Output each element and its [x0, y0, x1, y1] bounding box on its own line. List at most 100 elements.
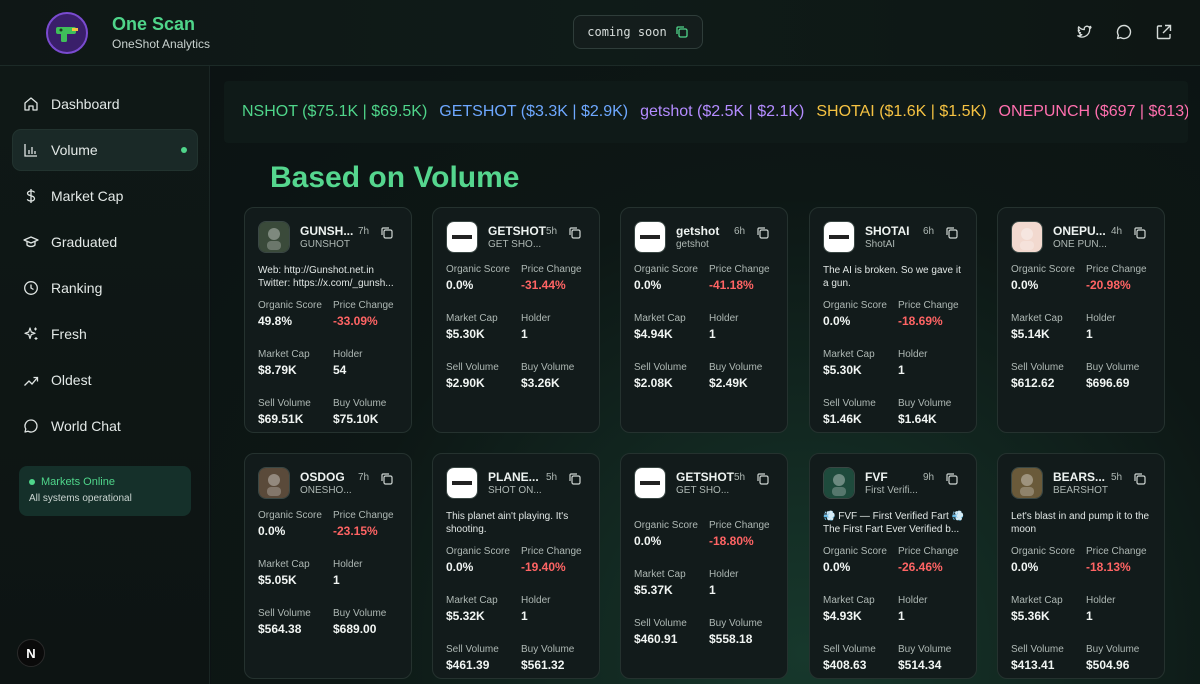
token-card[interactable]: FVF First Verifi... 9h 💨 FVF — First Verifi… [809, 453, 977, 679]
sidebar-item-market-cap[interactable]: Market Cap [13, 176, 197, 216]
ticker-item[interactable]: GETSHOT ($3.3K | $2.9K) [439, 103, 628, 121]
token-card[interactable]: GUNSH... GUNSHOT 7h Web: http://Gunshot.net… [244, 207, 412, 433]
copy-icon[interactable] [380, 226, 394, 240]
main-content: NSHOT ($75.1K | $69.5K) GETSHOT ($3.3K | … [211, 66, 1200, 684]
stat-label: Organic Score [634, 264, 698, 275]
stat-mcap: Market Cap $5.14K [1011, 313, 1063, 341]
coming-soon-button[interactable]: coming soon [573, 15, 703, 49]
app-header: One Scan OneShot Analytics coming soon [0, 0, 1200, 66]
stat-value: -33.09% [333, 314, 378, 328]
stat-holder: Holder 54 [333, 349, 362, 377]
stat-organic: Organic Score 0.0% [1011, 546, 1075, 574]
copy-icon[interactable] [945, 226, 959, 240]
sidebar-item-volume[interactable]: Volume [13, 130, 197, 170]
sidebar-item-fresh[interactable]: Fresh [13, 314, 197, 354]
trend-icon [24, 376, 39, 386]
sidebar-item-dashboard[interactable]: Dashboard [13, 84, 197, 124]
token-card[interactable]: getshot getshot 6h Organic Score 0.0% Price C… [620, 207, 788, 433]
copy-icon[interactable] [568, 226, 582, 240]
token-symbol: GUNSHOT [300, 239, 350, 250]
token-logo-icon [259, 222, 289, 252]
token-card[interactable]: ONEPU... ONE PUN... 4h Organic Score 0.0% Pri… [997, 207, 1165, 433]
stat-label: Market Cap [634, 569, 686, 580]
stat-label: Sell Volume [446, 644, 499, 655]
stat-label: Market Cap [1011, 595, 1063, 606]
stat-value: -18.69% [898, 314, 943, 328]
stat-mcap: Market Cap $5.37K [634, 569, 686, 597]
dollar-icon [26, 189, 36, 203]
stat-sell: Sell Volume $408.63 [823, 644, 876, 672]
stat-value: $69.51K [258, 412, 304, 426]
ticker-item[interactable]: SHOTAI ($1.6K | $1.5K) [816, 103, 986, 121]
stat-label: Sell Volume [258, 608, 311, 619]
copy-icon[interactable] [380, 472, 394, 486]
clock-icon [24, 281, 38, 295]
stat-label: Sell Volume [1011, 644, 1064, 655]
stat-mcap: Market Cap $5.05K [258, 559, 310, 587]
app-logo[interactable] [46, 12, 88, 54]
token-card[interactable]: OSDOG ONESHO... 7h Organic Score 0.0% Price C… [244, 453, 412, 679]
ticker-item[interactable]: ONEPUNCH ($697 | $613) [999, 103, 1188, 121]
stat-organic: Organic Score 0.0% [634, 264, 698, 292]
sidebar-item-world-chat[interactable]: World Chat [13, 406, 197, 446]
stat-label: Sell Volume [446, 362, 499, 373]
token-symbol: GET SHO... [676, 485, 730, 496]
stat-label: Holder [898, 595, 928, 606]
copy-icon[interactable] [1133, 226, 1147, 240]
stat-mcap: Market Cap $5.36K [1011, 595, 1063, 623]
stat-buy: Buy Volume $514.34 [898, 644, 951, 672]
stat-value: $75.10K [333, 412, 379, 426]
stat-label: Market Cap [823, 349, 875, 360]
stat-holder: Holder 1 [521, 313, 550, 341]
stat-holder: Holder 1 [521, 595, 550, 623]
ticker-item[interactable]: NSHOT ($75.1K | $69.5K) [242, 103, 427, 121]
stat-label: Price Change [1086, 264, 1147, 275]
token-avatar [823, 467, 855, 499]
token-name: GETSHOT [676, 470, 734, 484]
copy-icon[interactable] [568, 472, 582, 486]
token-card[interactable]: GETSHOT GET SHO... 5h Organic Score 0.0% Pric… [620, 453, 788, 679]
token-age: 5h [546, 226, 558, 237]
stat-value: 1 [521, 609, 528, 623]
external-link-icon[interactable] [1155, 23, 1173, 41]
next-badge-button[interactable]: N [17, 639, 45, 667]
token-description: 💨 FVF — First Verified Fart 💨 The First F… [823, 510, 968, 536]
stat-buy: Buy Volume $2.49K [709, 362, 762, 390]
sidebar-item-graduated[interactable]: Graduated [13, 222, 197, 262]
stat-mcap: Market Cap $5.30K [823, 349, 875, 377]
gun-logo-icon [56, 27, 78, 42]
token-name: SHOTAI [865, 224, 910, 238]
sidebar-item-oldest[interactable]: Oldest [13, 360, 197, 400]
stat-value: 0.0% [258, 524, 286, 538]
token-age: 6h [734, 226, 746, 237]
twitter-icon[interactable] [1075, 23, 1093, 41]
stat-value: -18.13% [1086, 560, 1131, 574]
stat-value: -19.40% [521, 560, 566, 574]
token-avatar [634, 221, 666, 253]
stat-value: 1 [898, 363, 905, 377]
copy-icon[interactable] [756, 226, 770, 240]
token-card[interactable]: GETSHOT GET SHO... 5h Organic Score 0.0% Pric… [432, 207, 600, 433]
stat-label: Buy Volume [333, 398, 387, 409]
stat-label: Price Change [333, 510, 394, 521]
stat-buy: Buy Volume $75.10K [333, 398, 386, 426]
stat-label: Market Cap [446, 313, 498, 324]
copy-icon[interactable] [945, 472, 959, 486]
sidebar-item-ranking[interactable]: Ranking [13, 268, 197, 308]
stat-label: Sell Volume [258, 398, 311, 409]
chat-bubble-icon[interactable] [1115, 23, 1133, 41]
copy-icon[interactable] [1133, 472, 1147, 486]
stat-label: Buy Volume [1086, 644, 1140, 655]
token-card[interactable]: PLANE... SHOT ON... 5h This planet ain't pl… [432, 453, 600, 679]
copy-icon[interactable] [756, 472, 770, 486]
stat-organic: Organic Score 49.8% [258, 300, 322, 328]
token-symbol: getshot [676, 239, 709, 250]
stat-label: Organic Score [446, 264, 510, 275]
stat-value: 0.0% [634, 534, 662, 548]
ticker-item[interactable]: getshot ($2.5K | $2.1K) [640, 103, 804, 121]
stat-organic: Organic Score 0.0% [446, 546, 510, 574]
stat-value: 0.0% [1011, 278, 1039, 292]
token-card[interactable]: BEARS... BEARSHOT 5h Let's blast in and pum… [997, 453, 1165, 679]
token-card[interactable]: SHOTAI ShotAI 6h The AI is broken. So we ga… [809, 207, 977, 433]
stat-sell: Sell Volume $612.62 [1011, 362, 1064, 390]
